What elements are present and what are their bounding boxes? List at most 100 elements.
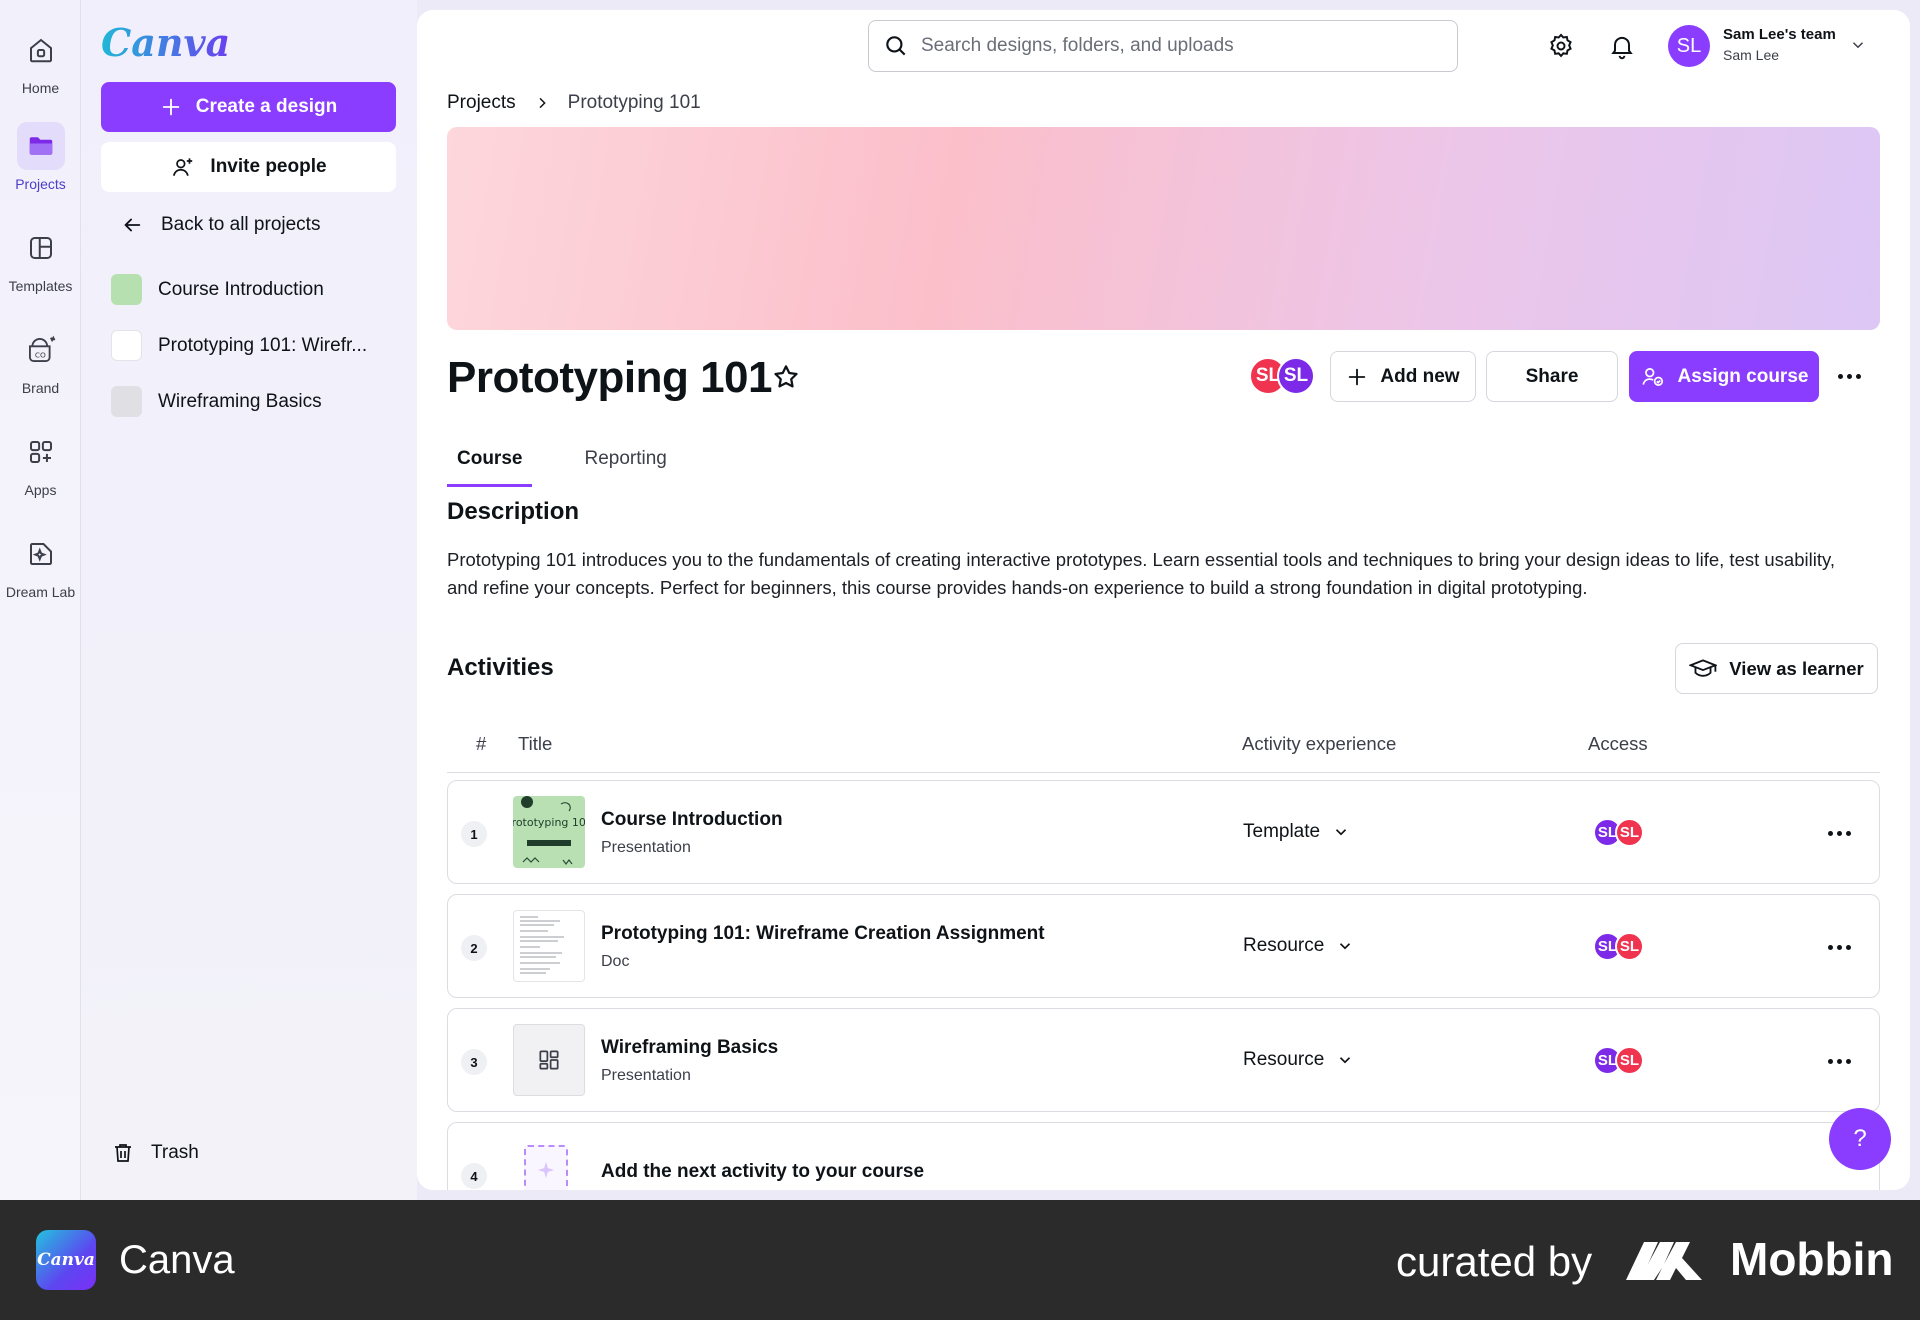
layout-icon (513, 1024, 585, 1096)
col-num: # (476, 733, 487, 754)
rail-templates[interactable]: Templates (0, 224, 81, 294)
add-activity-label[interactable]: Add the next activity to your course (601, 1161, 924, 1183)
activity-title[interactable]: Prototyping 101: Wireframe Creation Assi… (601, 923, 1045, 945)
bell-icon[interactable] (1606, 30, 1638, 62)
col-experience: Activity experience (1242, 733, 1397, 754)
star-icon[interactable] (771, 362, 801, 397)
activities-heading: Activities (447, 654, 554, 681)
row-more-icon[interactable] (1828, 1059, 1851, 1064)
chevron-down-icon (1340, 1057, 1351, 1064)
add-activity-row[interactable]: 4 Add the next activity to your course (447, 1122, 1880, 1190)
project-thumbnail (111, 274, 142, 305)
tab-reporting[interactable]: Reporting (574, 438, 676, 487)
help-button[interactable]: ? (1829, 1108, 1891, 1170)
collaborator-avatar[interactable]: SL (1277, 357, 1315, 395)
assign-course-icon (1641, 367, 1663, 386)
create-design-button[interactable]: Create a design (101, 82, 396, 132)
row-more-icon[interactable] (1828, 945, 1851, 950)
search-input[interactable]: Search designs, folders, and uploads (868, 20, 1458, 72)
user-name: Sam Lee (1723, 47, 1780, 63)
row-number: 4 (461, 1163, 487, 1189)
table-row[interactable]: 2 Prototyping 101: Wireframe Creation As… (447, 894, 1880, 998)
rail-dream-lab[interactable]: Dream Lab (0, 530, 81, 600)
tab-bar: Course Reporting (447, 438, 719, 487)
more-options-icon[interactable] (1838, 374, 1861, 379)
team-switcher[interactable]: Sam Lee's team Sam Lee (1723, 26, 1836, 63)
mobbin-logo-icon (1626, 1238, 1716, 1285)
settings-icon[interactable] (1545, 30, 1577, 62)
templates-icon (17, 224, 65, 272)
arrow-left-icon (124, 218, 141, 232)
add-user-icon (173, 158, 193, 176)
back-label: Back to all projects (161, 214, 321, 235)
add-new-label: Add new (1380, 365, 1460, 387)
rail-projects[interactable]: Projects (0, 122, 81, 192)
col-title: Title (518, 733, 553, 754)
app-name: Canva (119, 1238, 235, 1282)
add-new-button[interactable]: Add new (1330, 351, 1476, 402)
activity-title[interactable]: Wireframing Basics (601, 1037, 778, 1059)
sidebar-item-prototyping-101[interactable]: Prototyping 101: Wirefr... (111, 330, 401, 361)
dream-lab-icon (17, 530, 65, 578)
back-to-projects-link[interactable]: Back to all projects (121, 214, 320, 236)
sidebar-item-label: Wireframing Basics (158, 390, 322, 412)
share-label: Share (1525, 365, 1579, 387)
trash-icon (115, 1144, 131, 1162)
main-panel: Search designs, folders, and uploads SL … (417, 10, 1910, 1190)
row-number: 2 (461, 935, 487, 961)
team-name: Sam Lee's team (1723, 26, 1836, 43)
assign-course-button[interactable]: Assign course (1629, 351, 1819, 402)
sidebar-item-wireframing-basics[interactable]: Wireframing Basics (111, 386, 401, 417)
plus-icon (162, 98, 179, 116)
activity-type: Presentation (601, 1067, 691, 1084)
rail-dream-lab-label: Dream Lab (5, 584, 76, 600)
rail-home-label: Home (21, 80, 60, 96)
left-rail: Home Projects Templates CO Brand Apps Dr… (0, 0, 81, 1200)
thumb-text: Prototyping 101 (513, 816, 585, 829)
share-button[interactable]: Share (1486, 351, 1618, 402)
canva-logo[interactable]: Canva (101, 20, 230, 65)
canva-app-logo: Canva (36, 1230, 96, 1290)
rail-apps[interactable]: Apps (0, 428, 81, 498)
plus-icon (1349, 368, 1366, 385)
activity-type: Presentation (601, 839, 691, 856)
tab-course[interactable]: Course (447, 438, 533, 487)
invite-people-button[interactable]: Invite people (101, 142, 396, 192)
assign-course-label: Assign course (1677, 365, 1809, 387)
folder-icon (16, 122, 65, 170)
rail-brand[interactable]: CO Brand (0, 326, 81, 396)
row-number: 1 (461, 821, 487, 847)
rail-home[interactable]: Home (0, 26, 81, 96)
sparkle-icon (524, 1145, 568, 1190)
description-text: Prototyping 101 introduces you to the fu… (447, 549, 1835, 598)
presentation-thumbnail: Prototyping 101 (513, 796, 585, 868)
user-avatar[interactable]: SL (1668, 25, 1710, 67)
activity-title[interactable]: Course Introduction (601, 809, 783, 831)
breadcrumb: Projects Prototyping 101 (447, 92, 701, 114)
row-more-icon[interactable] (1828, 831, 1851, 836)
table-header: # Title Activity experience Access (447, 715, 1880, 773)
graduation-cap-icon (1689, 658, 1718, 677)
brand-icon: CO (17, 326, 65, 374)
row-number: 3 (461, 1049, 487, 1075)
page-title: Prototyping 101 (447, 353, 773, 402)
view-as-learner-button[interactable]: View as learner (1675, 643, 1878, 694)
table-row[interactable]: 1 Prototyping 101 Course Introduction Pr… (447, 780, 1880, 884)
sidebar-item-course-introduction[interactable]: Course Introduction (111, 274, 401, 305)
breadcrumb-projects[interactable]: Projects (447, 92, 516, 114)
experience-dropdown[interactable]: Resource (1243, 1049, 1354, 1071)
access-avatar: SL (1615, 818, 1644, 847)
experience-dropdown[interactable]: Template (1243, 821, 1350, 843)
table-row[interactable]: 3 Wireframing Basics Presentation Resour… (447, 1008, 1880, 1112)
view-as-learner-label: View as learner (1729, 657, 1864, 679)
sidebar-item-label: Course Introduction (158, 278, 324, 300)
sidebar: Canva Create a design Invite people Back… (81, 0, 417, 1200)
rail-projects-label: Projects (15, 176, 66, 192)
trash-link[interactable]: Trash (111, 1140, 199, 1166)
experience-dropdown[interactable]: Resource (1243, 935, 1354, 957)
col-access: Access (1588, 733, 1648, 754)
create-design-label: Create a design (195, 96, 338, 117)
chevron-down-icon[interactable] (1849, 36, 1867, 59)
description-heading: Description (447, 498, 580, 525)
chevron-right-icon (539, 97, 546, 109)
